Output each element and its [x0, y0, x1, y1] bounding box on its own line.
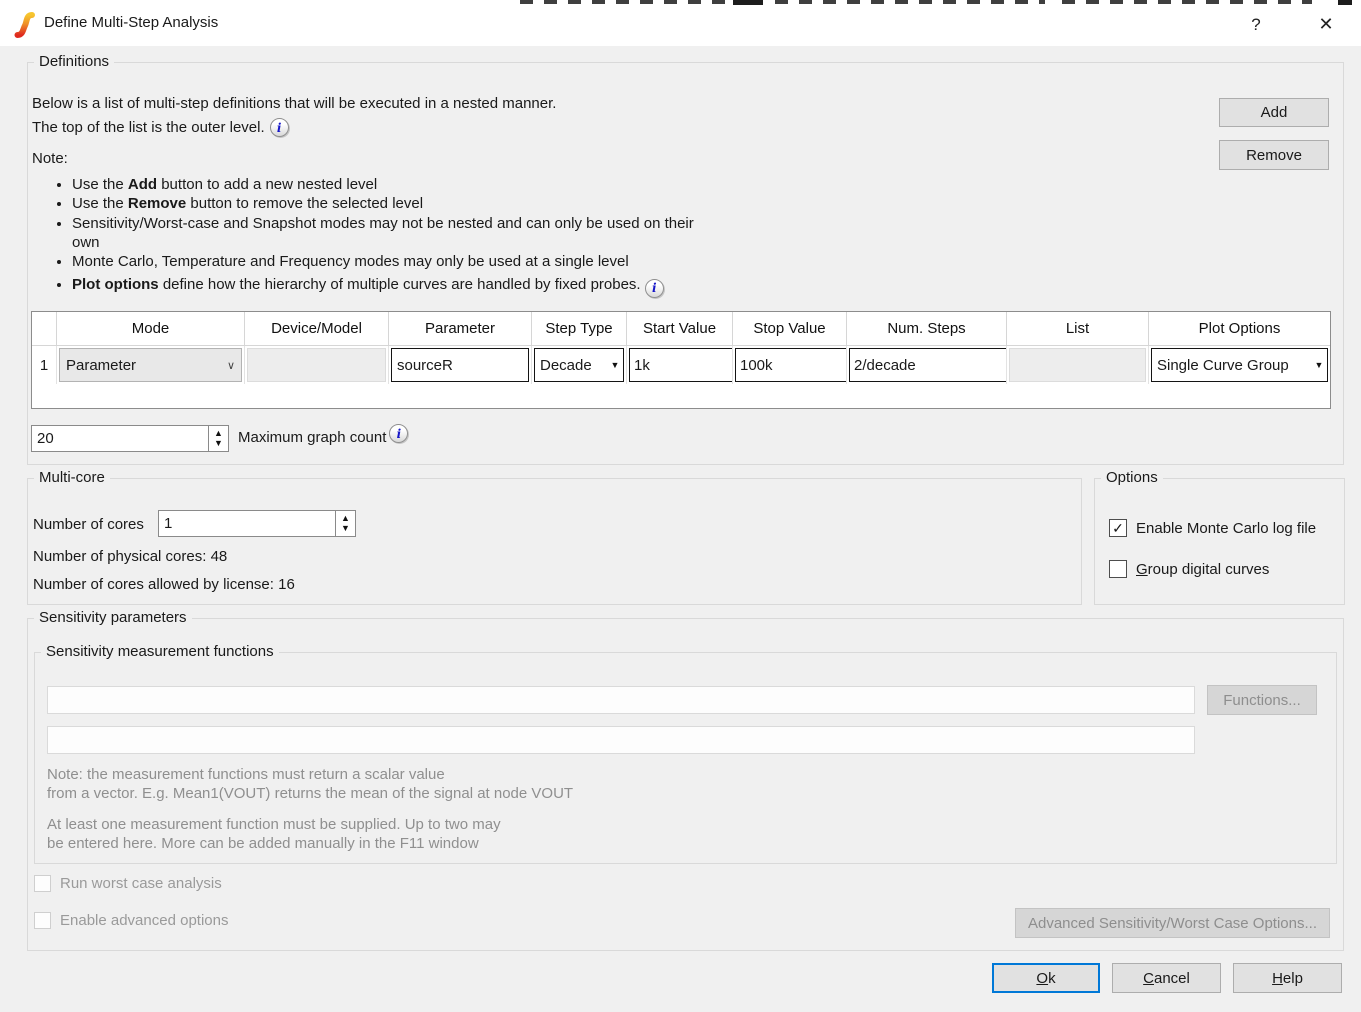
titlebar: Define Multi-Step Analysis ? ✕	[0, 0, 1361, 46]
column-header-start-value: Start Value	[627, 312, 733, 346]
stop-value-spinbox: ▲▼	[735, 348, 847, 382]
enable-advanced-options-checkbox	[34, 912, 51, 929]
cores-spinbox	[158, 510, 336, 537]
column-header-gutter	[32, 312, 57, 346]
background-window-edge	[0, 0, 1361, 5]
start-value-spinbox: ▲▼	[629, 348, 733, 382]
background-window-text-fragment	[1338, 0, 1352, 5]
list-field	[1009, 348, 1146, 382]
sensitivity-functions-group: Sensitivity measurement functions Functi…	[34, 652, 1337, 864]
background-window-text-fragment	[733, 0, 763, 5]
column-header-step-type: Step Type	[532, 312, 627, 346]
spin-up-icon[interactable]: ▲	[214, 429, 223, 438]
dropdown-arrow-icon: ▼	[607, 349, 623, 381]
dropdown-arrow-icon: ▼	[1311, 349, 1327, 381]
column-header-num-steps: Num. Steps	[847, 312, 1007, 346]
max-graph-count-spinbox	[31, 425, 209, 452]
advanced-sensitivity-button: Advanced Sensitivity/Worst Case Options.…	[1015, 908, 1330, 938]
background-window-text-fragment	[520, 0, 725, 4]
help-button[interactable]: Help	[1233, 963, 1342, 993]
background-window-text-fragment	[1062, 0, 1312, 4]
row-number: 1	[32, 346, 57, 384]
options-group-label: Options	[1101, 469, 1163, 486]
physical-cores-text: Number of physical cores: 48	[33, 548, 227, 565]
number-of-cores-label: Number of cores	[33, 516, 144, 533]
column-header-plot-options: Plot Options	[1149, 312, 1330, 346]
run-worst-case-label: Run worst case analysis	[60, 875, 222, 892]
add-button[interactable]: Add	[1219, 98, 1329, 127]
device-model-field	[247, 348, 386, 382]
chevron-down-icon: ∨	[227, 359, 235, 372]
max-graph-count-label: Maximum graph count	[238, 429, 386, 446]
cancel-button[interactable]: Cancel	[1112, 963, 1221, 993]
measurement-function-field-1	[47, 686, 1195, 714]
sensitivity-group: Sensitivity parameters Sensitivity measu…	[27, 618, 1344, 951]
max-graph-count-field[interactable]	[32, 426, 208, 451]
run-worst-case-checkbox	[34, 875, 51, 892]
parameter-field-wrap	[391, 348, 529, 382]
info-icon[interactable]: i	[270, 118, 289, 137]
options-group: Options ✓ Enable Monte Carlo log file Gr…	[1094, 478, 1345, 605]
definitions-bullet-list: Use the Add button to add a new nested l…	[56, 175, 720, 298]
column-header-device-model: Device/Model	[245, 312, 389, 346]
cores-spin-buttons[interactable]: ▲ ▼	[335, 510, 356, 537]
bullet-add: Use the Add button to add a new nested l…	[72, 175, 720, 194]
cores-field[interactable]	[159, 511, 335, 536]
spin-up-icon[interactable]: ▲	[341, 514, 350, 523]
definitions-group: Definitions Below is a list of multi-ste…	[27, 62, 1344, 465]
bullet-sensitivity: Sensitivity/Worst-case and Snapshot mode…	[72, 214, 720, 253]
group-digital-curves-checkbox[interactable]	[1109, 560, 1127, 578]
step-type-select[interactable]: Decade ▼	[534, 348, 624, 382]
enable-monte-carlo-log-label[interactable]: Enable Monte Carlo log file	[1136, 520, 1316, 537]
functions-button: Functions...	[1207, 685, 1317, 715]
measurement-function-field-2	[47, 726, 1195, 754]
column-header-parameter: Parameter	[389, 312, 532, 346]
plot-options-select[interactable]: Single Curve Group ▼	[1151, 348, 1328, 382]
table-row: Parameter ∨	[57, 346, 245, 384]
definitions-intro-line2: The top of the list is the outer level.	[32, 119, 265, 136]
definitions-intro-line1: Below is a list of multi-step definition…	[32, 95, 556, 112]
parameter-field[interactable]	[392, 349, 528, 381]
num-steps-field[interactable]	[850, 349, 1007, 381]
bullet-plot-options: Plot options define how the hierarchy of…	[72, 275, 720, 298]
license-cores-text: Number of cores allowed by license: 16	[33, 576, 295, 593]
multicore-group: Multi-core Number of cores ▲ ▼ Number of…	[27, 478, 1082, 605]
stop-value-field[interactable]	[736, 349, 847, 381]
start-value-field[interactable]	[630, 349, 733, 381]
ok-button[interactable]: Ok	[992, 963, 1100, 993]
bullet-monte-carlo: Monte Carlo, Temperature and Frequency m…	[72, 252, 720, 271]
background-window-text-fragment	[775, 0, 1045, 4]
column-header-list: List	[1007, 312, 1149, 346]
close-icon[interactable]: ✕	[1306, 8, 1346, 40]
note-label: Note:	[32, 150, 68, 167]
column-header-stop-value: Stop Value	[733, 312, 847, 346]
column-header-mode: Mode	[57, 312, 245, 346]
enable-advanced-options-label: Enable advanced options	[60, 912, 228, 929]
definitions-group-label: Definitions	[34, 53, 114, 70]
sensitivity-functions-group-label: Sensitivity measurement functions	[41, 643, 279, 660]
check-icon: ✓	[1112, 520, 1124, 537]
group-digital-curves-label[interactable]: Group digital curves	[1136, 561, 1269, 578]
spin-down-icon[interactable]: ▼	[214, 439, 223, 448]
remove-button[interactable]: Remove	[1219, 140, 1329, 170]
sensitivity-group-label: Sensitivity parameters	[34, 609, 192, 626]
enable-monte-carlo-log-checkbox[interactable]: ✓	[1109, 519, 1127, 537]
multicore-group-label: Multi-core	[34, 469, 110, 486]
spin-down-icon[interactable]: ▼	[341, 524, 350, 533]
measurement-note-1: Note: the measurement functions must ret…	[47, 765, 573, 803]
define-multi-step-analysis-dialog: { "titlebar": { "title": "Define Multi-S…	[0, 0, 1361, 1012]
help-titlebar-button[interactable]: ?	[1240, 10, 1272, 40]
mode-select[interactable]: Parameter ∨	[59, 348, 242, 382]
info-icon[interactable]: i	[645, 279, 664, 298]
max-graph-count-spin-buttons[interactable]: ▲ ▼	[208, 425, 229, 452]
table-empty-area	[32, 384, 1330, 408]
bullet-remove: Use the Remove button to remove the sele…	[72, 194, 720, 213]
num-steps-spinbox: ▲▼	[849, 348, 1007, 382]
measurement-note-2: At least one measurement function must b…	[47, 815, 501, 853]
app-logo-icon	[13, 11, 37, 39]
info-icon[interactable]: i	[389, 424, 408, 443]
multi-step-definitions-table: Mode Device/Model Parameter Step Type St…	[31, 311, 1331, 409]
window-title: Define Multi-Step Analysis	[44, 14, 218, 31]
